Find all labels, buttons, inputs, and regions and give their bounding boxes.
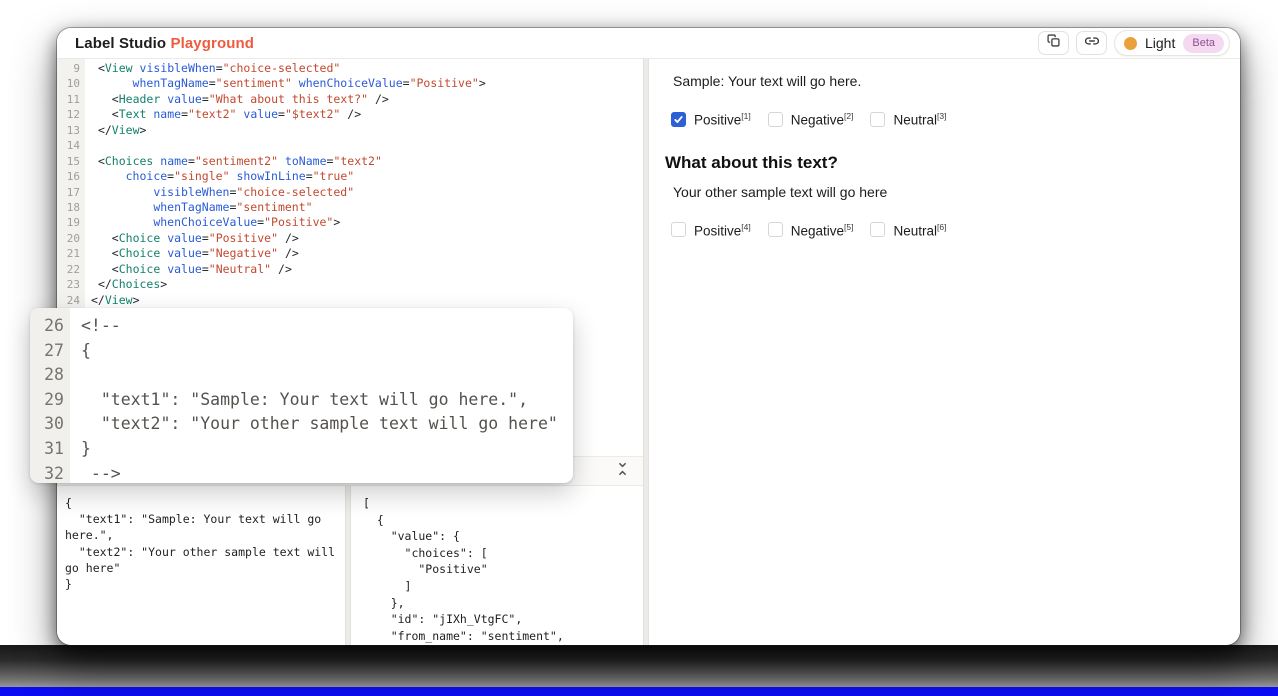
choice-positive[interactable]: Positive[4] — [671, 222, 751, 239]
checkbox-unchecked-icon[interactable] — [768, 112, 783, 127]
checkbox-unchecked-icon[interactable] — [870, 222, 885, 237]
choice-neutral[interactable]: Neutral[3] — [870, 111, 946, 128]
share-link-button[interactable] — [1076, 31, 1107, 55]
collapse-icon — [617, 462, 628, 481]
bottom-panels: { "text1": "Sample: Your text will go he… — [57, 486, 643, 645]
copy-button[interactable] — [1038, 31, 1069, 55]
choice-negative[interactable]: Negative[5] — [768, 222, 854, 239]
data-input-editor[interactable]: { "text1": "Sample: Your text will go he… — [57, 486, 345, 645]
page-title-accent: Playground — [170, 35, 254, 52]
page-title: Label Studio Playground — [75, 35, 254, 52]
theme-dot-icon — [1124, 37, 1137, 50]
checkbox-unchecked-icon[interactable] — [870, 112, 885, 127]
sample-text-1: Sample: Your text will go here. — [665, 73, 1224, 89]
choice-neutral[interactable]: Neutral[6] — [870, 222, 946, 239]
choice-label: Positive[1] — [694, 111, 751, 128]
choices-group-2: Positive[4] Negative[5] Neutral[6] — [665, 222, 1224, 239]
window-header: Label Studio Playground — [57, 28, 1240, 59]
choice-label: Positive[4] — [694, 222, 751, 239]
annotation-output-panel[interactable]: [ { "value": { "choices": [ "Positive" ]… — [351, 486, 643, 645]
choice-negative[interactable]: Negative[2] — [768, 111, 854, 128]
zoom-overlay-code-lines: <!--{ "text1": "Sample: Your text will g… — [70, 308, 573, 483]
beta-badge: Beta — [1183, 34, 1224, 53]
sample-text-2: Your other sample text will go here — [665, 184, 1224, 200]
checkbox-unchecked-icon[interactable] — [768, 222, 783, 237]
preview-header: What about this text? — [665, 153, 1224, 173]
header-actions: Light Beta — [1038, 30, 1230, 56]
code-zoom-overlay: 26272829303132 <!--{ "text1": "Sample: Y… — [30, 308, 573, 483]
background-blue-bar — [0, 687, 1278, 696]
checkbox-checked-icon[interactable] — [671, 112, 686, 127]
choice-label: Negative[2] — [791, 111, 854, 128]
labeling-preview-pane: Sample: Your text will go here. Positive… — [649, 59, 1240, 645]
choice-label: Neutral[6] — [893, 222, 946, 239]
choice-label: Negative[5] — [791, 222, 854, 239]
theme-label: Light — [1145, 35, 1175, 51]
copy-icon — [1047, 34, 1060, 52]
checkbox-unchecked-icon[interactable] — [671, 222, 686, 237]
link-icon — [1085, 34, 1099, 53]
theme-toggle[interactable]: Light Beta — [1114, 30, 1230, 56]
page-title-main: Label Studio — [75, 35, 166, 52]
choice-label: Neutral[3] — [893, 111, 946, 128]
background-dark-band — [0, 645, 1278, 687]
choice-positive[interactable]: Positive[1] — [671, 111, 751, 128]
choices-group-1: Positive[1] Negative[2] Neutral[3] — [665, 111, 1224, 128]
zoom-overlay-line-numbers: 26272829303132 — [30, 308, 70, 483]
collapse-panel-button[interactable] — [613, 462, 631, 480]
